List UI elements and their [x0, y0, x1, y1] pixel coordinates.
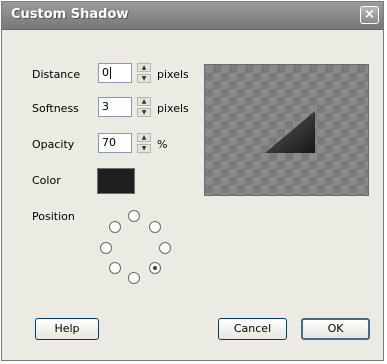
position-right[interactable] [159, 242, 171, 254]
opacity-label: Opacity [32, 138, 75, 151]
spin-up-icon[interactable]: ▲ [137, 133, 151, 142]
help-button[interactable]: Help [35, 318, 99, 340]
shadow-preview [204, 64, 369, 196]
position-bottom[interactable] [128, 272, 140, 284]
distance-unit: pixels [157, 68, 189, 81]
text-caret [110, 67, 111, 79]
softness-spinner[interactable]: ▲ ▼ [137, 97, 151, 117]
custom-shadow-dialog: Custom Shadow × Distance 0 ▲ ▼ pixels So… [1, 1, 384, 361]
softness-value: 3 [102, 100, 109, 113]
close-button[interactable]: × [360, 6, 379, 24]
position-bottom-right[interactable] [149, 262, 161, 274]
spin-up-icon[interactable]: ▲ [137, 63, 151, 72]
position-left[interactable] [100, 242, 112, 254]
title-bar[interactable]: Custom Shadow × [2, 2, 383, 30]
ok-button[interactable]: OK [301, 318, 370, 340]
opacity-unit: % [157, 138, 168, 151]
cancel-button[interactable]: Cancel [218, 318, 287, 340]
distance-input[interactable]: 0 [98, 63, 132, 83]
opacity-input[interactable]: 70 [98, 133, 132, 153]
shadow-shape [265, 111, 315, 153]
color-swatch[interactable] [97, 168, 135, 194]
shadow-preview-graphic [265, 111, 315, 153]
spin-down-icon[interactable]: ▼ [137, 108, 151, 117]
softness-unit: pixels [157, 102, 189, 115]
opacity-value: 70 [102, 136, 116, 149]
position-bottom-left[interactable] [109, 262, 121, 274]
position-top-right[interactable] [149, 221, 161, 233]
position-top[interactable] [128, 210, 140, 222]
position-label: Position [32, 210, 75, 223]
color-label: Color [32, 174, 61, 187]
position-top-left[interactable] [109, 221, 121, 233]
softness-input[interactable]: 3 [98, 97, 132, 117]
dialog-title: Custom Shadow [11, 7, 129, 22]
spin-down-icon[interactable]: ▼ [137, 74, 151, 83]
distance-spinner[interactable]: ▲ ▼ [137, 63, 151, 83]
spin-up-icon[interactable]: ▲ [137, 97, 151, 106]
distance-label: Distance [32, 68, 81, 81]
spin-down-icon[interactable]: ▼ [137, 144, 151, 153]
opacity-spinner[interactable]: ▲ ▼ [137, 133, 151, 153]
distance-value: 0 [102, 66, 109, 79]
softness-label: Softness [32, 102, 79, 115]
